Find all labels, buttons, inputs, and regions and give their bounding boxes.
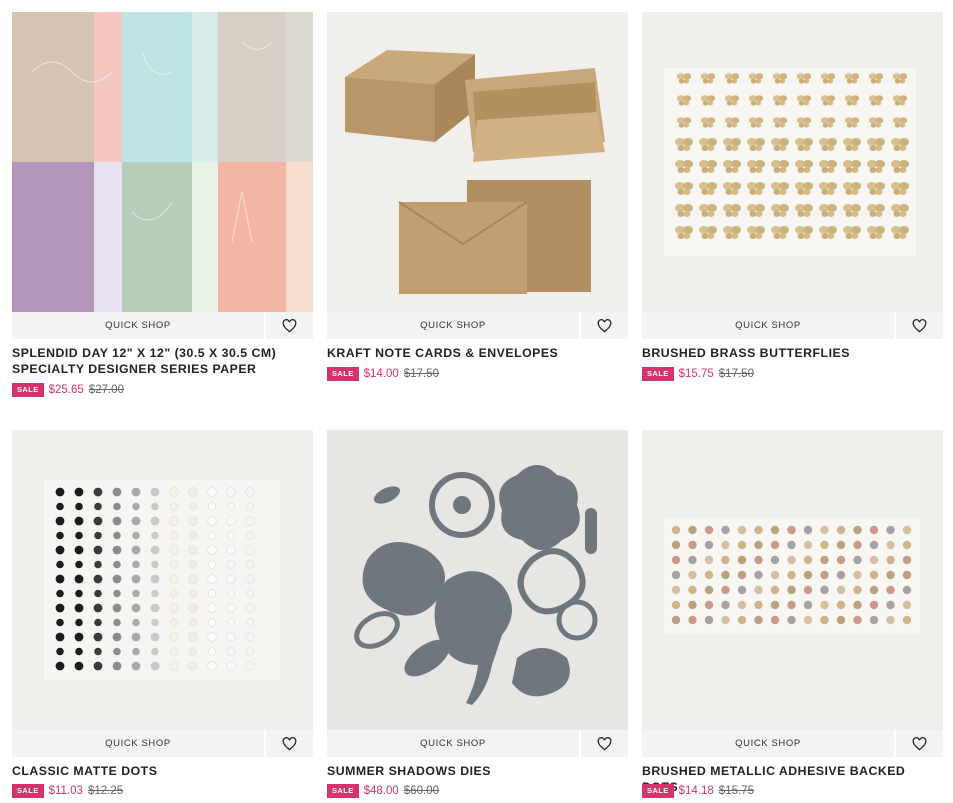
quick-shop-bar: QUICK SHOP	[327, 312, 628, 339]
product-title[interactable]: Kraft Note Cards & Envelopes	[327, 345, 628, 361]
product-title[interactable]: Classic Matte Dots	[12, 763, 313, 779]
sale-price: $15.75	[678, 368, 714, 380]
product-image[interactable]	[12, 430, 313, 730]
product-image[interactable]	[327, 12, 628, 312]
product-card: QUICK SHOP Classic Matte Dots SALE $11.0…	[12, 430, 313, 800]
heart-icon	[282, 736, 297, 750]
heart-icon	[597, 736, 612, 750]
product-card: QUICK SHOP Brushed Metallic Adhesive Bac…	[642, 430, 943, 800]
product-image[interactable]	[327, 430, 628, 730]
quick-shop-button[interactable]: QUICK SHOP	[327, 730, 581, 757]
sale-badge: SALE	[327, 367, 359, 381]
price-row: SALE $11.03 $12.25	[12, 784, 123, 798]
price-row: SALE $14.00 $17.50	[327, 367, 439, 381]
wishlist-button[interactable]	[581, 312, 628, 339]
dies-image	[327, 430, 628, 730]
butterflies-image	[642, 12, 943, 312]
sale-price: $11.03	[48, 785, 83, 797]
metallic-dots-image	[642, 430, 943, 730]
quick-shop-bar: QUICK SHOP	[642, 312, 943, 339]
matte-dots-image	[12, 430, 313, 730]
product-card: QUICK SHOP Splendid Day 12" x 12" (30.5 …	[12, 12, 313, 402]
wishlist-button[interactable]	[266, 312, 313, 339]
quick-shop-bar: QUICK SHOP	[12, 312, 313, 339]
wishlist-button[interactable]	[266, 730, 313, 757]
product-card: QUICK SHOP Summer Shadows Dies SALE $48.…	[327, 430, 628, 800]
sale-badge: SALE	[642, 784, 674, 798]
quick-shop-bar: QUICK SHOP	[12, 730, 313, 757]
heart-icon	[912, 318, 927, 332]
price-row: SALE $14.18 $15.75	[642, 784, 754, 798]
product-title[interactable]: Splendid Day 12" x 12" (30.5 x 30.5 cm) …	[12, 345, 313, 377]
quick-shop-button[interactable]: QUICK SHOP	[12, 730, 266, 757]
sale-badge: SALE	[327, 784, 359, 798]
price-row: SALE $15.75 $17.50	[642, 367, 754, 381]
sale-price: $14.00	[363, 368, 399, 380]
sale-badge: SALE	[642, 367, 674, 381]
sale-badge: SALE	[12, 383, 44, 397]
quick-shop-button[interactable]: QUICK SHOP	[12, 312, 266, 339]
price-row: SALE $48.00 $60.00	[327, 784, 439, 798]
kraft-box-image	[327, 12, 628, 312]
sale-badge: SALE	[12, 784, 44, 798]
wishlist-button[interactable]	[896, 730, 943, 757]
heart-icon	[597, 318, 612, 332]
product-card: QUICK SHOP Kraft Note Cards & Envelopes …	[327, 12, 628, 382]
original-price: $60.00	[403, 785, 439, 797]
quick-shop-bar: QUICK SHOP	[327, 730, 628, 757]
heart-icon	[912, 736, 927, 750]
product-image[interactable]	[642, 430, 943, 730]
original-price: $27.00	[88, 384, 124, 396]
original-price: $15.75	[718, 785, 754, 797]
wishlist-button[interactable]	[581, 730, 628, 757]
sale-price: $25.65	[48, 384, 84, 396]
original-price: $17.50	[403, 368, 439, 380]
product-card: QUICK SHOP Brushed Brass Butterflies SAL…	[642, 12, 943, 382]
product-title[interactable]: Brushed Brass Butterflies	[642, 345, 943, 361]
quick-shop-button[interactable]: QUICK SHOP	[327, 312, 581, 339]
quick-shop-button[interactable]: QUICK SHOP	[642, 312, 896, 339]
original-price: $12.25	[87, 785, 124, 797]
product-grid: QUICK SHOP Splendid Day 12" x 12" (30.5 …	[0, 0, 953, 803]
product-image[interactable]	[12, 12, 313, 312]
product-title[interactable]: Summer Shadows Dies	[327, 763, 628, 779]
original-price: $17.50	[718, 368, 754, 380]
paper-pack-image	[12, 12, 313, 312]
product-image[interactable]	[642, 12, 943, 312]
quick-shop-button[interactable]: QUICK SHOP	[642, 730, 896, 757]
quick-shop-bar: QUICK SHOP	[642, 730, 943, 757]
heart-icon	[282, 318, 297, 332]
wishlist-button[interactable]	[896, 312, 943, 339]
sale-price: $48.00	[363, 785, 399, 797]
sale-price: $14.18	[678, 785, 714, 797]
price-row: SALE $25.65 $27.00	[12, 383, 124, 397]
